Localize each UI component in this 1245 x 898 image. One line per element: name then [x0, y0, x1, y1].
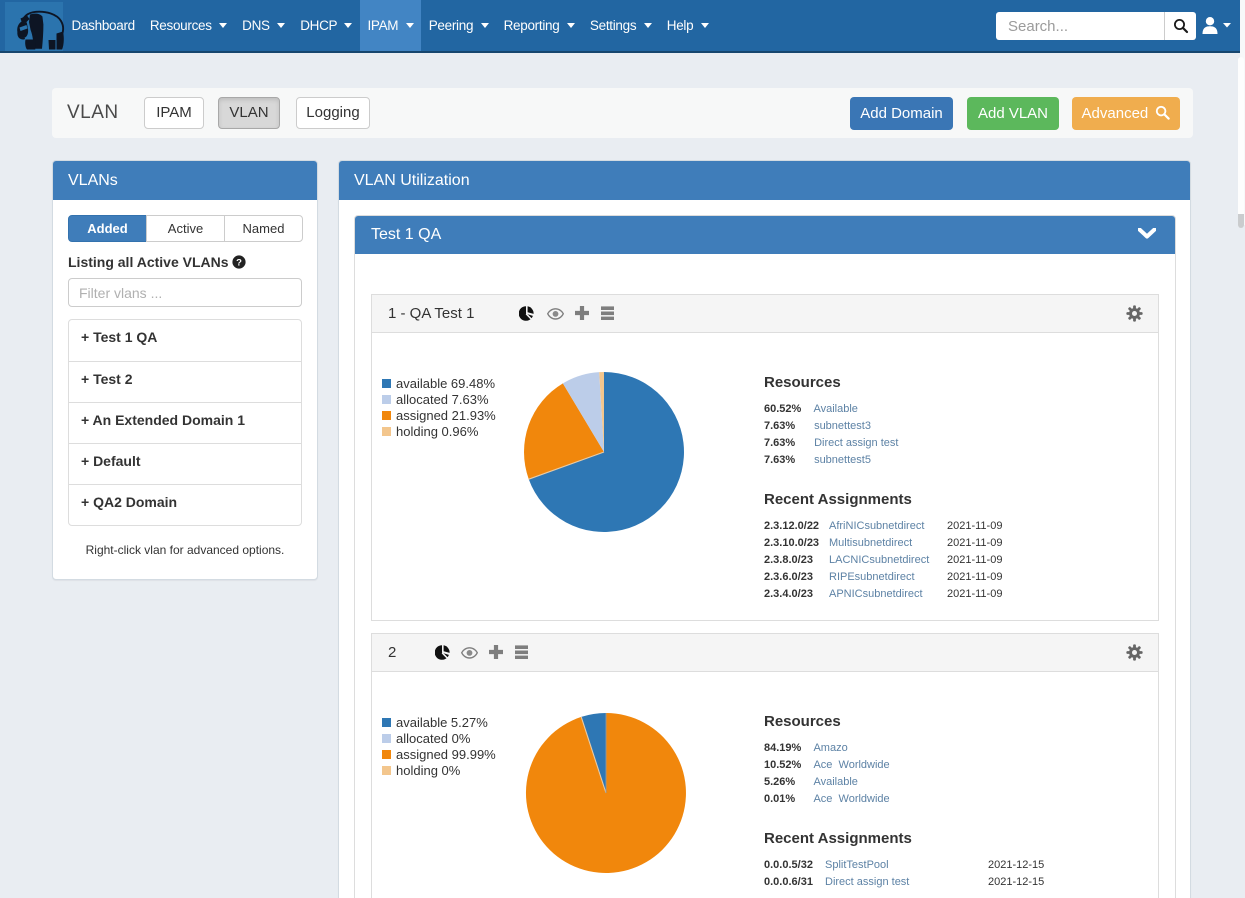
svg-text:?: ?: [237, 257, 243, 268]
